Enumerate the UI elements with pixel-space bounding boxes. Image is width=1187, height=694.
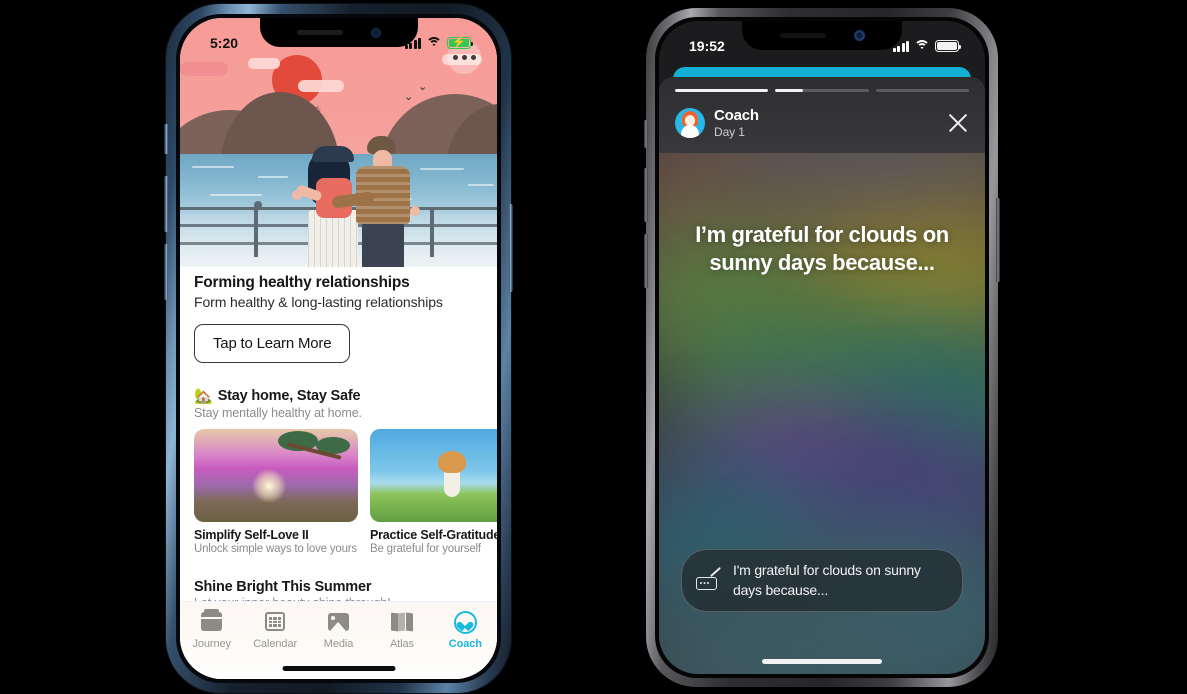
battery-charging-icon: ⚡ (447, 37, 474, 49)
story-progress-bar (675, 89, 969, 92)
tab-label: Journey (192, 638, 231, 650)
tab-label: Calendar (253, 638, 298, 650)
coach-heart-icon (453, 611, 477, 634)
tab-journey[interactable]: Journey (180, 609, 243, 650)
power-button[interactable] (996, 198, 1000, 282)
right-phone-screen: 19:52 Coach Day 1 I’m grateful for cloud… (659, 21, 985, 674)
notch (742, 21, 902, 50)
close-icon[interactable] (945, 110, 971, 136)
section-subtitle: Stay mentally healthy at home. (194, 406, 362, 420)
card-artwork (370, 429, 497, 522)
progress-segment (675, 89, 769, 92)
status-indicators (892, 40, 962, 52)
front-camera-icon (370, 27, 381, 38)
left-content-scroll[interactable]: Forming healthy relationships Form healt… (180, 267, 497, 679)
volume-up-button[interactable] (644, 168, 648, 222)
content-card[interactable]: Practice Self-Gratitude Be grateful for … (370, 429, 497, 555)
mute-switch[interactable] (644, 120, 648, 148)
earpiece-speaker (296, 30, 343, 35)
coach-title-block: Coach Day 1 (714, 107, 945, 139)
wifi-icon (426, 37, 442, 49)
status-time: 19:52 (689, 38, 725, 54)
journey-icon (200, 609, 224, 633)
volume-down-button[interactable] (164, 244, 168, 300)
coach-avatar-icon[interactable] (675, 108, 705, 138)
left-phone-device: 5:20 ⚡ ☃ (164, 4, 513, 693)
media-icon (327, 611, 351, 633)
card-artwork (194, 429, 358, 522)
content-card[interactable]: FREE Simplify Self-Love II Unlock simple… (188, 429, 358, 671)
wifi-icon (914, 40, 930, 52)
answer-input[interactable]: I'm grateful for clouds on sunny days be… (681, 549, 963, 612)
tab-label: Atlas (389, 638, 414, 650)
left-phone-screen: 5:20 ⚡ ☃ (180, 18, 497, 679)
tab-label: Media (323, 638, 354, 650)
atlas-map-icon (390, 611, 414, 633)
tab-coach[interactable]: Coach (434, 611, 497, 650)
screenshot-stage: 5:20 ⚡ ☃ (0, 0, 1187, 694)
cloud-shape (180, 62, 228, 76)
front-camera-icon (853, 30, 865, 41)
learn-more-button[interactable]: Tap to Learn More (194, 324, 351, 363)
earpiece-speaker (779, 33, 826, 38)
card-title: Practice Self-Gratitude (370, 528, 497, 542)
section-header-summer: Shine Bright This Summer (194, 579, 483, 595)
battery-icon (935, 40, 962, 52)
card-title: Simplify Self-Love II (194, 528, 309, 542)
power-button[interactable] (509, 204, 513, 292)
home-indicator[interactable] (762, 659, 882, 664)
volume-up-button[interactable] (164, 176, 168, 232)
status-time: 5:20 (210, 35, 239, 51)
railing-post (254, 207, 258, 257)
section-title: Shine Bright This Summer (194, 579, 372, 595)
mute-switch[interactable] (164, 124, 168, 154)
coach-day-label: Day 1 (714, 125, 745, 139)
cloud-shape (298, 80, 344, 92)
progress-segment (775, 89, 869, 92)
card-description: Be grateful for yourself (370, 543, 481, 555)
coach-name: Coach (714, 107, 759, 124)
section-header-stay-home: 🏡 Stay home, Stay Safe (194, 387, 483, 405)
right-phone-bezel: 19:52 Coach Day 1 I’m grateful for cloud… (655, 17, 989, 678)
right-phone-device: 19:52 Coach Day 1 I’m grateful for cloud… (644, 8, 1000, 687)
volume-down-button[interactable] (644, 234, 648, 288)
status-indicators: ⚡ (404, 37, 474, 49)
card-row-stay-home: FREE Simplify Self-Love II Unlock simple… (188, 429, 497, 671)
section-title: Stay home, Stay Safe (217, 388, 361, 404)
house-emoji-icon: 🏡 (194, 387, 213, 405)
keyboard-pen-icon (696, 566, 722, 591)
notch (259, 18, 418, 47)
left-phone-bezel: 5:20 ⚡ ☃ (176, 14, 501, 683)
card-description: Unlock simple ways to love yours... (194, 543, 358, 555)
hero-subtitle: Form healthy & long-lasting relationship… (194, 294, 443, 310)
tab-label: Coach (448, 638, 482, 650)
railing-post (430, 207, 434, 257)
progress-segment (875, 89, 969, 92)
hero-title: Forming healthy relationships (194, 274, 410, 291)
gratitude-prompt-block: I’m grateful for clouds on sunny days be… (659, 221, 985, 277)
gratitude-prompt: I’m grateful for clouds on sunny days be… (695, 222, 949, 276)
tab-calendar[interactable]: Calendar (243, 611, 306, 650)
coach-header-row: Coach Day 1 (675, 107, 971, 139)
calendar-icon (263, 611, 287, 633)
tab-media[interactable]: Media (307, 611, 370, 650)
home-indicator[interactable] (282, 666, 395, 671)
railing-post-cap (254, 201, 262, 209)
tab-atlas[interactable]: Atlas (370, 611, 433, 650)
answer-input-value: I'm grateful for clouds on sunny days be… (733, 562, 921, 598)
